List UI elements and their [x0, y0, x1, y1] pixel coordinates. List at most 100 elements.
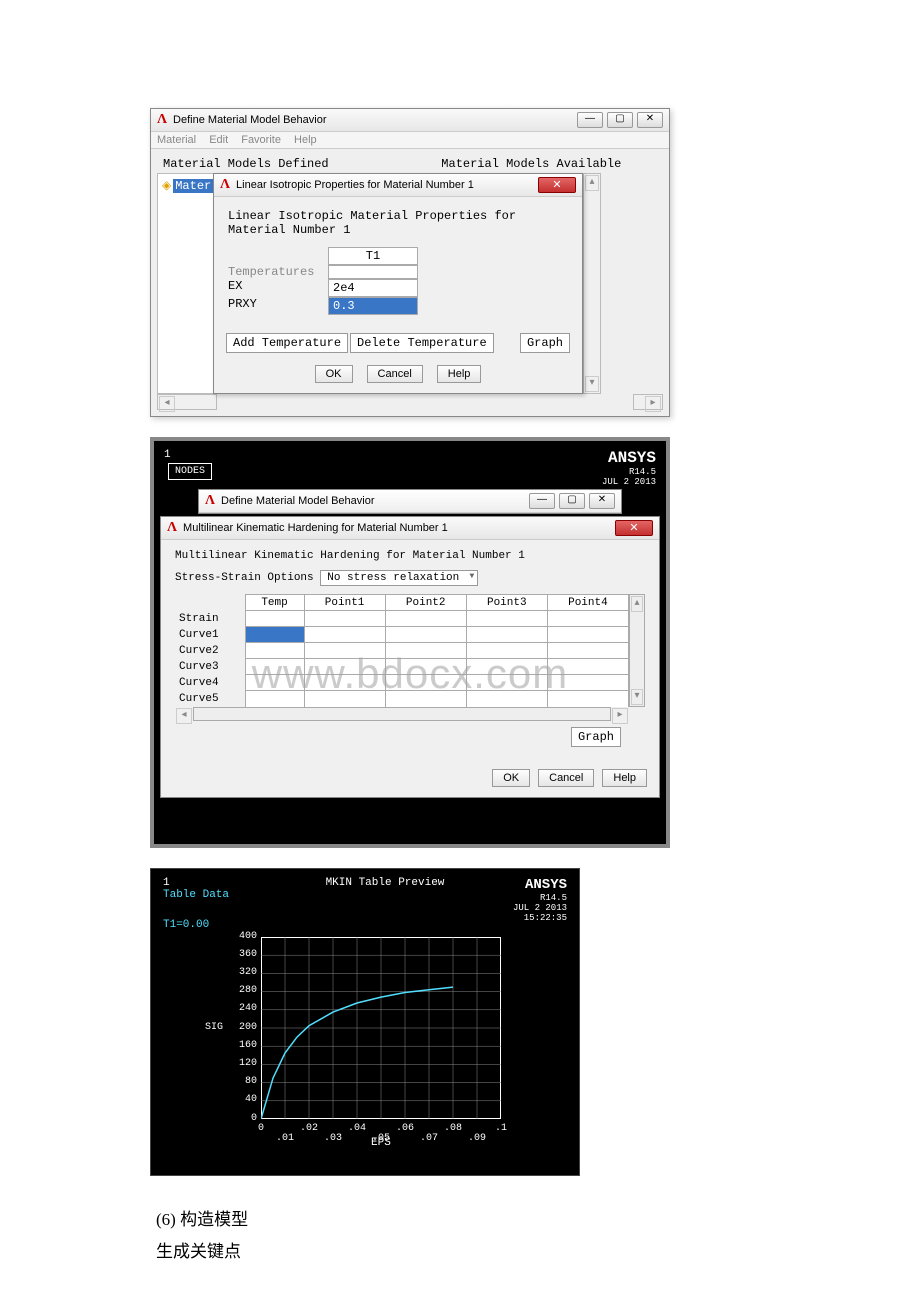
- scrollbar-h-right[interactable]: ▸: [633, 394, 663, 410]
- temp-input[interactable]: [328, 265, 418, 279]
- scroll-up-icon[interactable]: ▴: [585, 175, 599, 191]
- y-tick: 240: [227, 1003, 257, 1014]
- curve1-temp-input[interactable]: [245, 627, 304, 643]
- row-curve4: Curve4: [175, 675, 245, 691]
- mkin-preview-plot: 1 Table Data T1=0.00 MKIN Table Preview …: [150, 868, 580, 1176]
- cancel-button[interactable]: Cancel: [538, 769, 594, 787]
- lambda-icon: Λ: [167, 520, 177, 536]
- row-curve3: Curve3: [175, 659, 245, 675]
- ansys-date: JUL 2 2013: [467, 903, 567, 913]
- doc-line-2: 生成关键点: [156, 1236, 770, 1268]
- scroll-left-icon[interactable]: ◂: [176, 708, 192, 724]
- ansys-time: 15:22:35: [467, 913, 567, 923]
- col-point2: Point2: [385, 595, 466, 611]
- tree-item-material[interactable]: Mater: [173, 179, 213, 193]
- mkin-dialog: Λ Multilinear Kinematic Hardening for Ma…: [160, 516, 660, 798]
- add-temperature-button[interactable]: Add Temperature: [226, 333, 348, 353]
- inner-title: Linear Isotropic Properties for Material…: [236, 179, 538, 191]
- menu-edit[interactable]: Edit: [209, 134, 228, 146]
- nodes-label: NODES: [168, 463, 212, 480]
- close-button[interactable]: ✕: [589, 493, 615, 509]
- help-button[interactable]: Help: [437, 365, 482, 383]
- graph-button[interactable]: Graph: [520, 333, 570, 353]
- x-tick: .08: [441, 1123, 465, 1134]
- lambda-icon: Λ: [157, 112, 167, 128]
- x-tick: .01: [273, 1133, 297, 1144]
- plot-svg: [261, 937, 501, 1119]
- col-temp: Temp: [245, 595, 304, 611]
- col-point3: Point3: [466, 595, 547, 611]
- close-button[interactable]: ✕: [615, 520, 653, 536]
- folder-icon: ◈: [162, 179, 171, 193]
- scrollbar-v[interactable]: ▴ ▾: [583, 173, 601, 394]
- col-point4: Point4: [547, 595, 628, 611]
- scrollbar-h-left[interactable]: ◂: [157, 394, 217, 410]
- minimize-button[interactable]: —: [577, 112, 603, 128]
- help-button[interactable]: Help: [602, 769, 647, 787]
- close-button[interactable]: ✕: [538, 177, 576, 193]
- y-tick: 280: [227, 985, 257, 996]
- menubar: Material Edit Favorite Help: [151, 132, 669, 149]
- define-material-inner-window: Λ Define Material Model Behavior — ▢ ✕: [198, 489, 622, 514]
- close-button[interactable]: ✕: [637, 112, 663, 128]
- defined-tree[interactable]: ◈Mater: [157, 173, 217, 394]
- x-tick: .04: [345, 1123, 369, 1134]
- doc-line-1: (6) 构造模型: [156, 1204, 770, 1236]
- scroll-down-icon[interactable]: ▾: [631, 689, 643, 705]
- delete-temperature-button[interactable]: Delete Temperature: [350, 333, 494, 353]
- stress-strain-select[interactable]: No stress relaxation: [320, 570, 478, 586]
- ok-button[interactable]: OK: [315, 365, 353, 383]
- window-title: Define Material Model Behavior: [173, 114, 577, 126]
- field-defined-label: Material Models Defined: [157, 155, 435, 173]
- lambda-icon: Λ: [220, 177, 230, 193]
- scroll-up-icon[interactable]: ▴: [631, 596, 643, 612]
- define-material-window: Λ Define Material Model Behavior — ▢ ✕ M…: [150, 108, 670, 417]
- ok-button[interactable]: OK: [492, 769, 530, 787]
- menu-material[interactable]: Material: [157, 134, 196, 146]
- graph-button[interactable]: Graph: [571, 727, 621, 747]
- row-prxy: PRXY: [228, 297, 328, 315]
- lambda-icon: Λ: [205, 493, 215, 509]
- inner-window-title: Define Material Model Behavior: [221, 495, 529, 507]
- ex-input[interactable]: 2e4: [328, 279, 418, 297]
- y-tick: 400: [227, 931, 257, 942]
- mkin-table[interactable]: Temp Point1 Point2 Point3 Point4 Strain …: [175, 594, 629, 707]
- ansys-logo: ANSYS: [467, 877, 567, 893]
- titlebar[interactable]: Λ Define Material Model Behavior — ▢ ✕: [151, 109, 669, 132]
- ansys-rev: R14.5: [602, 467, 656, 477]
- maximize-button[interactable]: ▢: [607, 112, 633, 128]
- t1-label: T1=0.00: [163, 919, 303, 931]
- minimize-button[interactable]: —: [529, 493, 555, 509]
- x-tick: .06: [393, 1123, 417, 1134]
- x-tick: .07: [417, 1133, 441, 1144]
- y-tick: 40: [227, 1094, 257, 1105]
- y-tick: 360: [227, 949, 257, 960]
- y-tick: 160: [227, 1040, 257, 1051]
- x-tick: .09: [465, 1133, 489, 1144]
- frame-number: 1: [163, 877, 303, 889]
- ansys-graphics-window: www.bdocx.com 1 NODES ANSYS R14.5 JUL 2 …: [150, 437, 670, 848]
- scroll-down-icon[interactable]: ▾: [585, 376, 599, 392]
- x-tick: 0: [249, 1123, 273, 1134]
- maximize-button[interactable]: ▢: [559, 493, 585, 509]
- linear-isotropic-dialog: Λ Linear Isotropic Properties for Materi…: [213, 173, 583, 394]
- x-tick: .03: [321, 1133, 345, 1144]
- row-temperatures: Temperatures: [228, 265, 328, 279]
- mkin-title: Multilinear Kinematic Hardening for Mate…: [183, 522, 615, 534]
- cancel-button[interactable]: Cancel: [367, 365, 423, 383]
- mkin-heading: Multilinear Kinematic Hardening for Mate…: [175, 550, 645, 562]
- menu-favorite[interactable]: Favorite: [241, 134, 281, 146]
- ansys-logo: ANSYS: [602, 449, 656, 467]
- col-point1: Point1: [304, 595, 385, 611]
- scroll-left-icon[interactable]: ◂: [159, 396, 175, 412]
- plot-title: MKIN Table Preview: [303, 877, 467, 931]
- prxy-input[interactable]: 0.3: [328, 297, 418, 315]
- scroll-right-icon[interactable]: ▸: [645, 396, 661, 412]
- menu-help[interactable]: Help: [294, 134, 317, 146]
- row-strain: Strain: [175, 611, 245, 627]
- table-data-label: Table Data: [163, 889, 303, 901]
- scroll-right-icon[interactable]: ▸: [612, 708, 628, 724]
- col-t1: T1: [328, 247, 418, 265]
- ansys-rev: R14.5: [467, 893, 567, 903]
- dialog-heading: Linear Isotropic Material Properties for…: [228, 209, 568, 237]
